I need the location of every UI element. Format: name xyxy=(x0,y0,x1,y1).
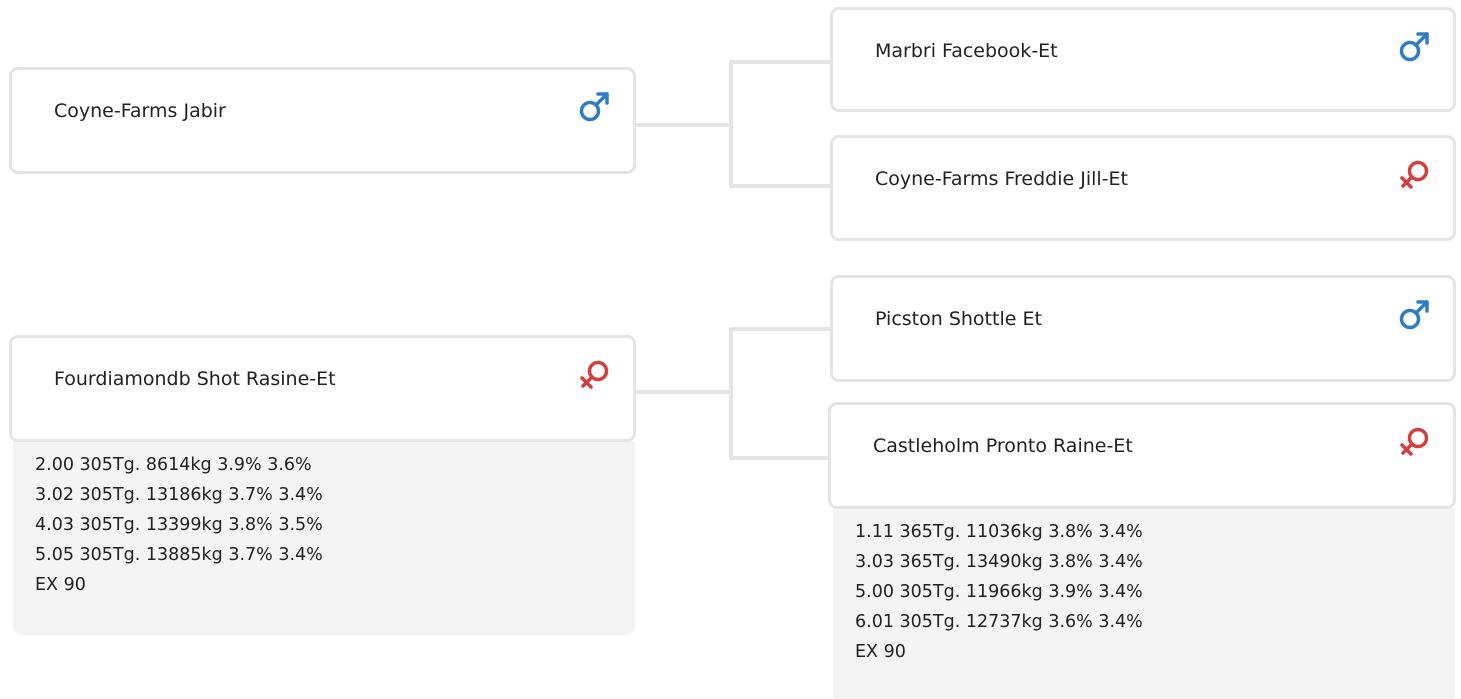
male-icon xyxy=(1397,297,1433,333)
pedigree-card-dam-sire[interactable]: Picston Shottle Et xyxy=(830,275,1456,382)
dam-connector-bottom-branch xyxy=(729,456,830,460)
pedigree-card-sire-sire[interactable]: Marbri Facebook-Et xyxy=(830,7,1456,112)
production-record: 3.03 365Tg. 13490kg 3.8% 3.4% xyxy=(855,552,1143,572)
male-icon xyxy=(1397,29,1433,65)
pedigree-card-sire[interactable]: Coyne-Farms Jabir xyxy=(9,67,636,174)
sire-connector-vertical xyxy=(729,60,733,188)
animal-name: Fourdiamondb Shot Rasine-Et xyxy=(54,368,336,390)
animal-name: Coyne-Farms Jabir xyxy=(54,100,226,122)
pedigree-card-dam[interactable]: Fourdiamondb Shot Rasine-Et xyxy=(9,335,636,442)
male-icon xyxy=(577,89,613,125)
production-record: 1.11 365Tg. 11036kg 3.8% 3.4% xyxy=(855,522,1143,542)
production-record: 2.00 305Tg. 8614kg 3.9% 3.6% xyxy=(35,455,312,475)
animal-name: Marbri Facebook-Et xyxy=(875,40,1058,62)
dam-connector-top-branch xyxy=(729,327,832,331)
dam-dam-production-records: 1.11 365Tg. 11036kg 3.8% 3.4% 3.03 365Tg… xyxy=(833,508,1455,699)
sire-connector-top-branch xyxy=(729,60,831,64)
classification-score: EX 90 xyxy=(35,575,86,595)
sire-connector-bottom-branch xyxy=(729,184,831,188)
animal-name: Picston Shottle Et xyxy=(875,308,1042,330)
pedigree-card-dam-dam[interactable]: Castleholm Pronto Raine-Et xyxy=(828,402,1456,509)
sire-connector-horizontal xyxy=(635,123,731,127)
pedigree-card-sire-dam[interactable]: Coyne-Farms Freddie Jill-Et xyxy=(830,135,1456,241)
animal-name: Castleholm Pronto Raine-Et xyxy=(873,435,1133,457)
production-record: 5.05 305Tg. 13885kg 3.7% 3.4% xyxy=(35,545,323,565)
female-icon xyxy=(1397,157,1433,193)
production-record: 3.02 305Tg. 13186kg 3.7% 3.4% xyxy=(35,485,323,505)
dam-connector-vertical xyxy=(729,327,733,460)
dam-production-records: 2.00 305Tg. 8614kg 3.9% 3.6% 3.02 305Tg.… xyxy=(13,441,635,635)
classification-score: EX 90 xyxy=(855,642,906,662)
female-icon xyxy=(1397,424,1433,460)
production-record: 4.03 305Tg. 13399kg 3.8% 3.5% xyxy=(35,515,323,535)
female-icon xyxy=(577,357,613,393)
dam-connector-horizontal xyxy=(635,390,731,394)
animal-name: Coyne-Farms Freddie Jill-Et xyxy=(875,168,1128,190)
production-record: 6.01 305Tg. 12737kg 3.6% 3.4% xyxy=(855,612,1143,632)
production-record: 5.00 305Tg. 11966kg 3.9% 3.4% xyxy=(855,582,1143,602)
